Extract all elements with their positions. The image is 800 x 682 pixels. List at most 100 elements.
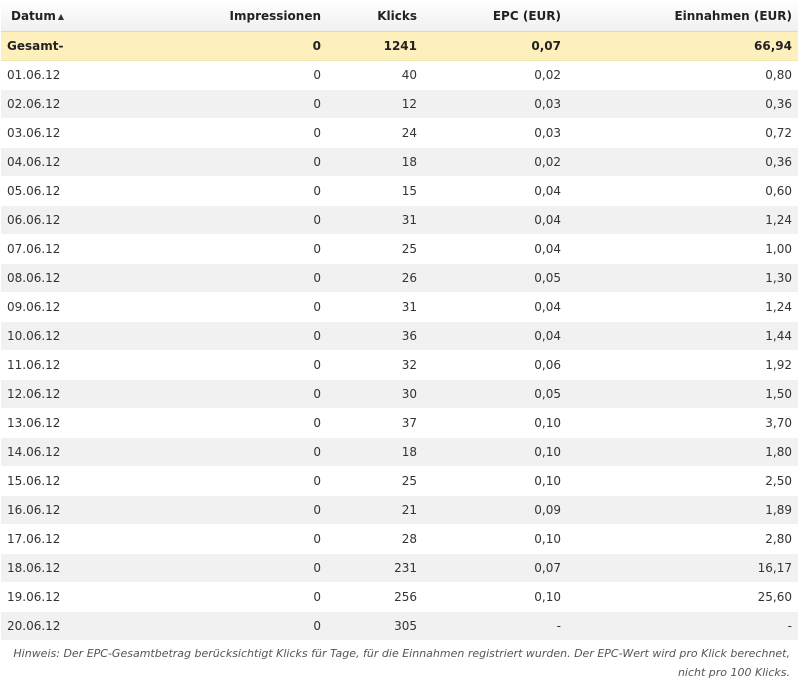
cell-datum: 13.06.12 xyxy=(1,408,125,438)
cell-klicks: 25 xyxy=(327,466,423,496)
cell-epc: 0,04 xyxy=(423,176,567,206)
cell-epc: 0,02 xyxy=(423,60,567,90)
cell-klicks: 21 xyxy=(327,495,423,525)
cell-einnahmen: 1,00 xyxy=(567,234,798,264)
cell-impressionen: 0 xyxy=(125,582,327,612)
cell-impressionen: 0 xyxy=(125,263,327,293)
cell-impressionen: 0 xyxy=(125,524,327,554)
cell-einnahmen: 3,70 xyxy=(567,408,798,438)
cell-impressionen: 0 xyxy=(125,205,327,235)
table-row: 03.06.12 0 24 0,03 0,72 xyxy=(1,118,798,148)
table-row: 01.06.12 0 40 0,02 0,80 xyxy=(1,60,798,90)
hint-note-line-2: nicht pro 100 Klicks. xyxy=(677,666,790,679)
column-header-datum[interactable]: Datum ▲ xyxy=(1,0,125,32)
cell-epc: 0,02 xyxy=(423,147,567,177)
cell-einnahmen: 2,50 xyxy=(567,466,798,496)
cell-datum: 04.06.12 xyxy=(1,147,125,177)
cell-impressionen: 0 xyxy=(125,147,327,177)
total-datum: Gesamt- xyxy=(1,31,125,61)
cell-epc: 0,04 xyxy=(423,205,567,235)
total-impressionen: 0 xyxy=(125,31,327,61)
cell-einnahmen: 0,36 xyxy=(567,89,798,119)
cell-einnahmen: 1,30 xyxy=(567,263,798,293)
cell-klicks: 30 xyxy=(327,379,423,409)
cell-datum: 07.06.12 xyxy=(1,234,125,264)
cell-epc: 0,10 xyxy=(423,437,567,467)
column-header-epc[interactable]: EPC (EUR) xyxy=(423,0,567,32)
cell-epc: 0,10 xyxy=(423,408,567,438)
table-row: 19.06.12 0 256 0,10 25,60 xyxy=(1,582,798,612)
cell-impressionen: 0 xyxy=(125,495,327,525)
cell-epc: 0,07 xyxy=(423,553,567,583)
cell-epc: 0,06 xyxy=(423,350,567,380)
total-row: Gesamt- 0 1241 0,07 66,94 xyxy=(1,31,798,61)
column-header-impressionen-label: Impressionen xyxy=(229,8,321,23)
table-row: 18.06.12 0 231 0,07 16,17 xyxy=(1,553,798,583)
cell-impressionen: 0 xyxy=(125,60,327,90)
cell-datum: 03.06.12 xyxy=(1,118,125,148)
cell-impressionen: 0 xyxy=(125,379,327,409)
table-row: 11.06.12 0 32 0,06 1,92 xyxy=(1,350,798,380)
cell-einnahmen: 1,80 xyxy=(567,437,798,467)
table-row: 02.06.12 0 12 0,03 0,36 xyxy=(1,89,798,119)
cell-epc: 0,09 xyxy=(423,495,567,525)
table-row: 05.06.12 0 15 0,04 0,60 xyxy=(1,176,798,206)
cell-datum: 08.06.12 xyxy=(1,263,125,293)
cell-klicks: 15 xyxy=(327,176,423,206)
cell-klicks: 28 xyxy=(327,524,423,554)
cell-einnahmen: - xyxy=(567,611,798,641)
cell-einnahmen: 0,72 xyxy=(567,118,798,148)
table-row: 10.06.12 0 36 0,04 1,44 xyxy=(1,321,798,351)
table-row: 20.06.12 0 305- - xyxy=(1,611,798,641)
cell-datum: 19.06.12 xyxy=(1,582,125,612)
table-row: 08.06.12 0 26 0,05 1,30 xyxy=(1,263,798,293)
column-header-impressionen[interactable]: Impressionen xyxy=(125,0,327,32)
cell-klicks: 26 xyxy=(327,263,423,293)
total-einnahmen: 66,94 xyxy=(567,31,798,61)
sort-ascending-icon: ▲ xyxy=(57,11,64,21)
cell-einnahmen: 0,36 xyxy=(567,147,798,177)
cell-klicks: 18 xyxy=(327,437,423,467)
hint-note: Hinweis: Der EPC-Gesamtbetrag berücksich… xyxy=(0,644,798,682)
cell-klicks: 37 xyxy=(327,408,423,438)
cell-klicks: 12 xyxy=(327,89,423,119)
total-klicks: 1241 xyxy=(327,31,423,61)
cell-impressionen: 0 xyxy=(125,553,327,583)
cell-epc: 0,04 xyxy=(423,292,567,322)
cell-datum: 06.06.12 xyxy=(1,205,125,235)
cell-datum: 09.06.12 xyxy=(1,292,125,322)
cell-einnahmen: 1,44 xyxy=(567,321,798,351)
cell-klicks: 18 xyxy=(327,147,423,177)
column-header-einnahmen[interactable]: Einnahmen (EUR) xyxy=(567,0,798,32)
cell-datum: 12.06.12 xyxy=(1,379,125,409)
cell-klicks: 31 xyxy=(327,292,423,322)
table-row: 14.06.12 0 18 0,10 1,80 xyxy=(1,437,798,467)
cell-impressionen: 0 xyxy=(125,611,327,641)
cell-datum: 14.06.12 xyxy=(1,437,125,467)
table-row: 16.06.12 0 21 0,09 1,89 xyxy=(1,495,798,525)
cell-epc: - xyxy=(423,611,567,641)
report-container: Datum ▲ Impressionen Klicks EPC (EUR) Ein… xyxy=(0,0,800,682)
cell-einnahmen: 0,80 xyxy=(567,60,798,90)
cell-impressionen: 0 xyxy=(125,350,327,380)
cell-einnahmen: 1,50 xyxy=(567,379,798,409)
cell-klicks: 256 xyxy=(327,582,423,612)
column-header-epc-label: EPC (EUR) xyxy=(492,8,561,23)
cell-epc: 0,05 xyxy=(423,379,567,409)
cell-epc: 0,03 xyxy=(423,89,567,119)
column-header-klicks[interactable]: Klicks xyxy=(327,0,423,32)
cell-impressionen: 0 xyxy=(125,437,327,467)
cell-epc: 0,03 xyxy=(423,118,567,148)
cell-einnahmen: 1,89 xyxy=(567,495,798,525)
table-row: 07.06.12 0 25 0,04 1,00 xyxy=(1,234,798,264)
table-row: 04.06.12 0 18 0,02 0,36 xyxy=(1,147,798,177)
cell-einnahmen: 2,80 xyxy=(567,524,798,554)
column-header-einnahmen-label: Einnahmen (EUR) xyxy=(674,8,792,23)
cell-klicks: 24 xyxy=(327,118,423,148)
column-header-klicks-label: Klicks xyxy=(377,8,417,23)
cell-impressionen: 0 xyxy=(125,466,327,496)
cell-impressionen: 0 xyxy=(125,118,327,148)
cell-einnahmen: 1,24 xyxy=(567,292,798,322)
cell-impressionen: 0 xyxy=(125,321,327,351)
cell-datum: 17.06.12 xyxy=(1,524,125,554)
